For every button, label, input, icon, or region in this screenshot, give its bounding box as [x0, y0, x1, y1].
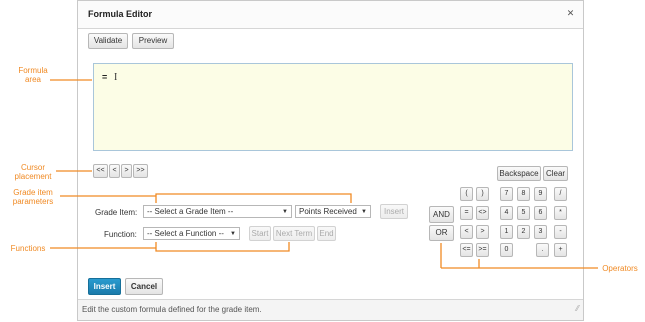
and-button[interactable]: AND [429, 206, 454, 223]
formula-editor-dialog: Formula Editor ✕ Validate Preview = I <<… [77, 0, 584, 321]
numpad-key[interactable]: 2 [517, 225, 530, 239]
decimal-key[interactable]: . [536, 243, 549, 257]
cursor-right-button[interactable]: > [121, 164, 132, 178]
not-equal-key[interactable]: <> [476, 206, 489, 220]
function-select-value: -- Select a Function -- [147, 229, 224, 238]
points-received-value: Points Received [299, 207, 357, 216]
chevron-down-icon: ▼ [230, 231, 236, 237]
numpad-key[interactable]: 8 [517, 187, 530, 201]
start-button[interactable]: Start [249, 226, 271, 241]
dialog-title: Formula Editor [88, 9, 153, 19]
insert-button[interactable]: Insert [88, 278, 121, 295]
formula-area-annotation-line2: area [24, 75, 41, 84]
status-bar: Edit the custom formula defined for the … [78, 299, 583, 320]
numpad-key[interactable]: 1 [500, 225, 513, 239]
cursor-end-button[interactable]: >> [133, 164, 148, 178]
equals-key[interactable]: = [460, 206, 473, 220]
numpad-key[interactable]: 4 [500, 206, 513, 220]
validate-button[interactable]: Validate [88, 33, 128, 49]
cursor-placement-annotation-line2: placement [14, 172, 52, 181]
grade-item-parameters-annotation-line1: Grade item [13, 188, 53, 197]
less-equal-key[interactable]: <= [460, 243, 473, 257]
status-text: Edit the custom formula defined for the … [82, 305, 262, 314]
formula-area-annotation-line1: Formula [18, 66, 48, 75]
chevron-down-icon: ▼ [282, 209, 288, 215]
points-received-select[interactable]: Points Received ▼ [295, 205, 371, 218]
less-than-key[interactable]: < [460, 225, 473, 239]
close-paren-key[interactable]: ) [476, 187, 489, 201]
or-button[interactable]: OR [429, 225, 454, 241]
greater-equal-key[interactable]: >= [476, 243, 489, 257]
numpad-key[interactable]: 0 [500, 243, 513, 257]
functions-annotation: Functions [10, 244, 46, 253]
multiply-key[interactable]: * [554, 206, 567, 220]
insert-grade-item-button[interactable]: Insert [380, 204, 408, 219]
cursor-start-button[interactable]: << [93, 164, 108, 178]
chevron-down-icon: ▼ [361, 209, 367, 215]
numpad-key[interactable]: 6 [534, 206, 547, 220]
numpad-key[interactable]: 5 [517, 206, 530, 220]
open-paren-key[interactable]: ( [460, 187, 473, 201]
formula-area-annotation: Formula area [14, 66, 52, 84]
resize-grip-icon[interactable]: ⁄⁄ [576, 304, 579, 313]
grade-item-select-value: -- Select a Grade Item -- [147, 207, 234, 216]
plus-key[interactable]: + [554, 243, 567, 257]
formula-text: = [102, 72, 108, 82]
greater-than-key[interactable]: > [476, 225, 489, 239]
next-term-button[interactable]: Next Term [273, 226, 315, 241]
text-cursor-icon: I [114, 72, 118, 83]
numpad-key[interactable]: 7 [500, 187, 513, 201]
divide-key[interactable]: / [554, 187, 567, 201]
numpad-key[interactable]: 3 [534, 225, 547, 239]
grade-item-parameters-annotation-line2: parameters [12, 197, 54, 206]
dialog-titlebar: Formula Editor ✕ [78, 1, 583, 29]
function-select[interactable]: -- Select a Function -- ▼ [143, 227, 240, 240]
formula-area[interactable]: = I [93, 63, 573, 151]
backspace-button[interactable]: Backspace [497, 166, 541, 181]
cursor-placement-annotation: Cursor placement [10, 163, 56, 181]
clear-button[interactable]: Clear [543, 166, 568, 181]
end-button[interactable]: End [317, 226, 336, 241]
numpad-key[interactable]: 9 [534, 187, 547, 201]
grade-item-select[interactable]: -- Select a Grade Item -- ▼ [143, 205, 292, 218]
cursor-left-button[interactable]: < [109, 164, 120, 178]
close-icon[interactable]: ✕ [564, 7, 577, 20]
cursor-placement-annotation-line1: Cursor [20, 163, 45, 172]
cancel-button[interactable]: Cancel [125, 278, 163, 295]
preview-button[interactable]: Preview [132, 33, 174, 49]
grade-item-parameters-annotation: Grade item parameters [6, 188, 60, 206]
grade-item-label: Grade Item: [95, 208, 138, 217]
operators-annotation: Operators [602, 264, 638, 273]
minus-key[interactable]: - [554, 225, 567, 239]
function-label: Function: [104, 230, 137, 239]
